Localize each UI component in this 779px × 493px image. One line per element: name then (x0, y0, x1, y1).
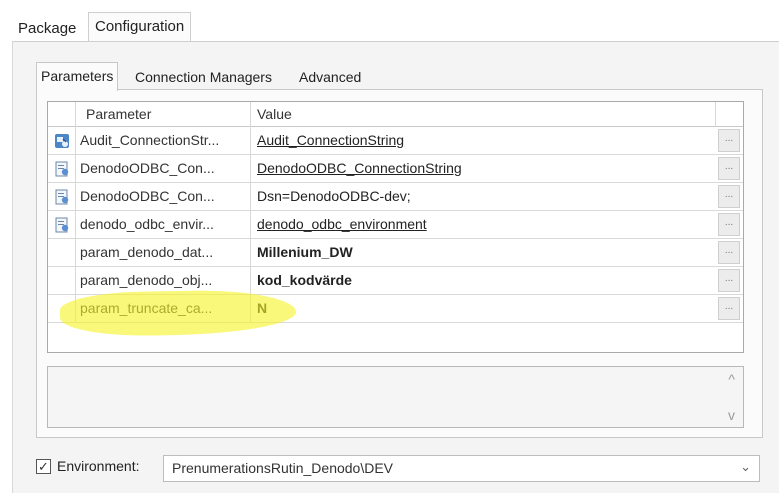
column-header-value[interactable]: Value (251, 102, 716, 127)
parameter-value-cell[interactable]: Audit_ConnectionString (251, 127, 716, 154)
chevron-down-icon: ⌄ (740, 459, 751, 474)
column-header-parameter[interactable]: Parameter (76, 102, 251, 127)
parameter-name-cell: param_denodo_dat... (76, 239, 251, 266)
scroll-down-icon[interactable]: v (728, 407, 735, 423)
row-selector-header (48, 102, 76, 127)
table-row[interactable]: denodo_odbc_envir... denodo_odbc_environ… (48, 211, 743, 239)
parameter-name-cell: DenodoODBC_Con... (76, 155, 251, 182)
environment-checkbox[interactable]: ✓ (36, 459, 51, 474)
edit-value-button[interactable]: ... (718, 213, 740, 236)
table-row[interactable]: DenodoODBC_Con... Dsn=DenodoODBC-dev; ..… (48, 183, 743, 211)
row-selector (48, 267, 76, 294)
edit-value-button[interactable]: ... (718, 241, 740, 264)
parameter-value-cell[interactable]: Dsn=DenodoODBC-dev; (251, 183, 716, 210)
table-row[interactable]: DenodoODBC_Con... DenodoODBC_ConnectionS… (48, 155, 743, 183)
connection-parameter-icon (48, 183, 76, 210)
connection-parameter-icon (48, 155, 76, 182)
edit-value-button[interactable]: ... (718, 157, 740, 180)
connection-parameter-icon (48, 211, 76, 238)
edit-value-button[interactable]: ... (718, 297, 740, 320)
row-selector (48, 239, 76, 266)
tab-connection-managers[interactable]: Connection Managers (131, 66, 276, 90)
parameter-name-cell: denodo_odbc_envir... (76, 211, 251, 238)
parameter-description-box: ^ v (47, 366, 744, 428)
environment-label: Environment: (57, 458, 140, 474)
parameter-value-cell[interactable]: denodo_odbc_environment (251, 211, 716, 238)
environment-select-value: PrenumerationsRutin_Denodo\DEV (172, 460, 394, 476)
table-row[interactable]: param_truncate_ca... N ... (48, 295, 743, 323)
parameter-value-cell[interactable]: DenodoODBC_ConnectionString (251, 155, 716, 182)
parameter-value-cell[interactable]: N (251, 295, 716, 322)
table-row[interactable]: param_denodo_obj... kod_kodvärde ... (48, 267, 743, 295)
table-row[interactable]: param_denodo_dat... Millenium_DW ... (48, 239, 743, 267)
tab-advanced[interactable]: Advanced (295, 66, 365, 90)
row-selector (48, 295, 76, 322)
parameter-value-cell[interactable]: kod_kodvärde (251, 267, 716, 294)
table-row[interactable]: Audit_ConnectionStr... Audit_ConnectionS… (48, 127, 743, 155)
tab-package[interactable]: Package (12, 18, 82, 42)
parameter-grid: Parameter Value Audit_ConnectionStr... A… (47, 101, 744, 353)
parameter-name-cell: param_denodo_obj... (76, 267, 251, 294)
tab-configuration[interactable]: Configuration (88, 12, 192, 43)
edit-value-button[interactable]: ... (718, 129, 740, 152)
scroll-up-icon[interactable]: ^ (728, 371, 735, 387)
connection-parameter-icon (48, 127, 76, 154)
parameter-name-cell: DenodoODBC_Con... (76, 183, 251, 210)
edit-value-button[interactable]: ... (718, 185, 740, 208)
grid-header: Parameter Value (48, 102, 743, 127)
tab-parameters[interactable]: Parameters (36, 62, 119, 91)
parameter-value-cell[interactable]: Millenium_DW (251, 239, 716, 266)
environment-select[interactable]: PrenumerationsRutin_Denodo\DEV ⌄ (163, 455, 760, 482)
edit-value-button[interactable]: ... (718, 269, 740, 292)
parameter-name-cell: param_truncate_ca... (76, 295, 251, 322)
parameter-name-cell: Audit_ConnectionStr... (76, 127, 251, 154)
